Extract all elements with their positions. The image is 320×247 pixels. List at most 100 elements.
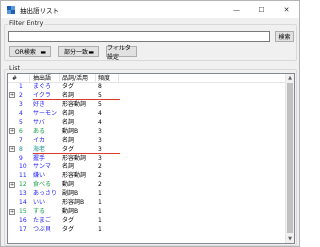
row-frequency: 3: [98, 136, 102, 144]
row-word: 食べる: [33, 181, 52, 189]
row-index: 7: [19, 136, 23, 144]
list-row[interactable]: 5 サバ 名詞 4: [8, 119, 286, 128]
row-frequency: 5: [98, 100, 102, 108]
expand-cell: +: [9, 92, 16, 101]
row-frequency: 2: [98, 181, 102, 189]
row-word: たまご: [33, 217, 51, 225]
row-frequency: 1: [98, 217, 102, 225]
column-header-pos[interactable]: 品詞/活用: [62, 74, 88, 83]
row-index: 5: [19, 118, 23, 126]
vertical-scrollbar[interactable]: ▲ ▼: [285, 74, 294, 243]
row-index: 2: [19, 91, 23, 99]
list-row[interactable]: 3 好き 形容動詞 5: [8, 101, 286, 110]
row-word: 握手: [33, 154, 46, 162]
expand-cell: +: [9, 181, 16, 190]
expand-plus-icon[interactable]: +: [9, 92, 15, 99]
list-row[interactable]: +2 イクラ 名詞 5: [8, 92, 286, 101]
column-header-index[interactable]: #: [12, 74, 17, 83]
list-row[interactable]: 4 サーモン 名詞 4: [8, 110, 286, 119]
row-pos: 形容動詞: [62, 100, 87, 108]
row-pos: タグ: [62, 217, 75, 225]
row-index: 14: [19, 199, 27, 207]
row-index: 15: [19, 208, 27, 216]
column-header-word[interactable]: 抽出語: [33, 74, 51, 83]
list-label: List: [8, 65, 22, 72]
list-row[interactable]: 9 握手 形容動詞 3: [8, 155, 286, 164]
row-frequency: 4: [98, 118, 102, 126]
list-rows: 1 まぐろ タグ 8 +2 イクラ 名詞 5 3 好き 形容動詞 5 4 サーモン 名詞 4 5 サバ 名詞 4 +6 あ…: [8, 83, 286, 235]
filter-input[interactable]: [8, 31, 270, 42]
row-frequency: 2: [98, 163, 102, 171]
row-pos: 名詞: [62, 136, 75, 144]
list-row[interactable]: 14 いい 形容詞B 1: [8, 199, 286, 208]
expand-cell: +: [9, 128, 16, 137]
or-search-dropdown[interactable]: OR検索 ▬: [9, 46, 51, 57]
row-word: ある: [33, 127, 46, 135]
row-word: イカ: [33, 136, 46, 144]
expand-plus-icon[interactable]: +: [9, 146, 15, 153]
list-row[interactable]: 7 イカ 名詞 3: [8, 137, 286, 146]
row-word: あっさり: [33, 190, 58, 198]
partial-match-label: 部分一致: [64, 49, 89, 56]
row-word: サバ: [33, 118, 45, 126]
list-row[interactable]: 11 嫌い 形容動詞 2: [8, 172, 286, 181]
row-index: 12: [19, 181, 27, 189]
list-row[interactable]: 13 あっさり 副詞B 1: [8, 190, 286, 199]
row-index: 3: [19, 100, 23, 108]
dropdown-arrow-icon: ▬: [88, 49, 94, 56]
filter-entry-label: Filter Entry: [8, 20, 45, 27]
window-title: 抽出語リスト: [20, 6, 59, 15]
row-index: 17: [19, 226, 27, 233]
word-list[interactable]: # 抽出語 品詞/活用 頻度 1 まぐろ タグ 8 +2 イクラ 名詞 5 3 好き 形容動詞 5 4 サ…: [7, 73, 295, 244]
row-index: 8: [19, 145, 23, 153]
expand-plus-icon[interactable]: +: [9, 208, 15, 215]
row-frequency: 1: [98, 199, 102, 207]
list-row[interactable]: +12 食べる 動詞 2: [8, 181, 286, 190]
row-index: 10: [19, 163, 27, 171]
search-button[interactable]: 検索: [275, 31, 294, 42]
app-icon: [7, 5, 15, 14]
row-pos: 形容詞B: [62, 199, 85, 207]
row-pos: 形容動詞: [62, 172, 87, 180]
partial-match-dropdown[interactable]: 部分一致 ▬: [58, 46, 99, 57]
row-pos: 名詞: [62, 118, 75, 126]
row-pos: 動詞: [62, 181, 75, 189]
row-word: まぐろ: [33, 83, 52, 90]
row-frequency: 1: [98, 208, 102, 216]
or-search-label: OR検索: [15, 49, 36, 56]
expand-plus-icon[interactable]: +: [9, 181, 15, 188]
maximize-button[interactable]: ☐: [249, 1, 274, 18]
title-bar[interactable]: 抽出語リスト — ☐ ✕: [1, 1, 299, 18]
scroll-thumb[interactable]: [287, 83, 293, 233]
list-row[interactable]: 16 たまご タグ 1: [8, 217, 286, 226]
row-pos: 動詞B: [62, 208, 79, 216]
expand-cell: +: [9, 146, 16, 155]
close-button[interactable]: ✕: [274, 1, 299, 18]
list-row[interactable]: 17 つぶ貝 タグ 1: [8, 226, 286, 235]
column-header-frequency[interactable]: 頻度: [98, 74, 110, 83]
scroll-up-icon[interactable]: ▲: [286, 74, 294, 82]
row-word: する: [33, 208, 46, 216]
row-index: 6: [19, 127, 23, 135]
row-frequency: 8: [98, 83, 102, 90]
filter-settings-button[interactable]: フィルタ設定: [106, 45, 137, 61]
row-frequency: 2: [98, 172, 102, 180]
row-frequency: 3: [98, 154, 102, 162]
row-pos: 名詞: [62, 109, 75, 117]
list-row[interactable]: 10 サンマ 名詞 2: [8, 163, 286, 172]
list-row[interactable]: 1 まぐろ タグ 8: [8, 83, 286, 92]
word-list-window: 抽出語リスト — ☐ ✕ Filter Entry 検索 OR検索 ▬ 部分一致…: [0, 0, 300, 247]
list-row[interactable]: +15 する 動詞B 1: [8, 208, 286, 217]
row-frequency: 1: [98, 190, 102, 198]
row-frequency: 4: [98, 109, 102, 117]
row-word: 嫌い: [33, 172, 46, 180]
row-index: 1: [19, 83, 23, 90]
minimize-button[interactable]: —: [224, 1, 249, 18]
row-pos: タグ: [62, 226, 75, 233]
list-row[interactable]: +8 海老 タグ 3: [8, 146, 286, 155]
scroll-down-icon[interactable]: ▼: [286, 235, 294, 243]
row-pos: タグ: [62, 83, 75, 90]
row-frequency: 1: [98, 226, 102, 233]
expand-plus-icon[interactable]: +: [9, 128, 15, 135]
list-row[interactable]: +6 ある 動詞B 3: [8, 128, 286, 137]
